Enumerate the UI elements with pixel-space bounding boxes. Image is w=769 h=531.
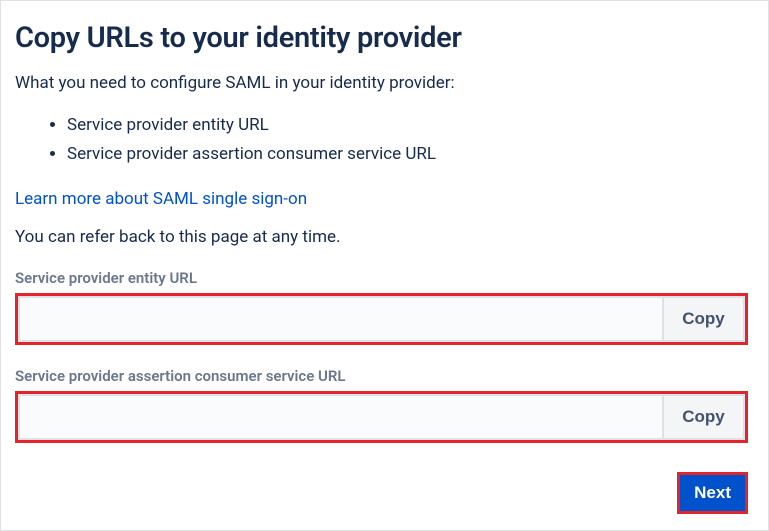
next-button-highlight: Next <box>677 472 748 514</box>
list-item: Service provider assertion consumer serv… <box>67 140 748 169</box>
entity-url-label: Service provider entity URL <box>15 269 748 287</box>
footer-actions: Next <box>677 472 748 514</box>
acs-url-label: Service provider assertion consumer serv… <box>15 367 748 385</box>
saml-config-panel: Copy URLs to your identity provider What… <box>0 0 769 531</box>
entity-url-row: Copy <box>15 293 748 345</box>
requirements-list: Service provider entity URL Service prov… <box>67 111 748 169</box>
next-button[interactable]: Next <box>680 475 745 511</box>
intro-text: What you need to configure SAML in your … <box>15 73 748 93</box>
copy-entity-url-button[interactable]: Copy <box>663 296 745 342</box>
page-title: Copy URLs to your identity provider <box>15 21 748 55</box>
learn-more-link[interactable]: Learn more about SAML single sign-on <box>15 189 307 209</box>
copy-acs-url-button[interactable]: Copy <box>663 394 745 440</box>
entity-url-input[interactable] <box>18 296 663 342</box>
acs-url-row: Copy <box>15 391 748 443</box>
list-item: Service provider entity URL <box>67 111 748 140</box>
acs-url-input[interactable] <box>18 394 663 440</box>
refer-text: You can refer back to this page at any t… <box>15 227 748 247</box>
